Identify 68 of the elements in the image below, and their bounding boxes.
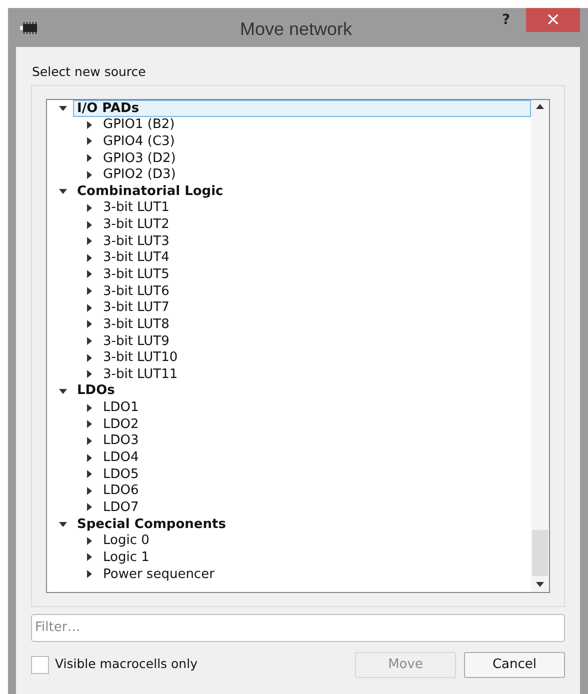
tree-item[interactable]: 3-bit LUT3 [99,232,174,250]
tree-item[interactable]: Logic 0 [99,532,154,550]
collapsed-arrow-icon[interactable] [84,202,94,213]
expanded-arrow-icon[interactable] [58,519,68,530]
tree-item[interactable]: I/O PADs [73,100,531,117]
chip-icon [20,22,40,34]
collapsed-arrow-icon[interactable] [84,502,94,512]
collapsed-arrow-icon[interactable] [84,286,94,296]
tree-item[interactable]: GPIO1 (B2) [99,116,179,134]
tree-item[interactable]: Power sequencer [99,566,218,583]
dialog-button[interactable]: Cancel [464,652,565,678]
expanded-arrow-icon[interactable] [58,186,68,196]
scrollbar[interactable] [531,100,549,592]
filter-field[interactable]: Filter… [31,614,565,642]
collapsed-arrow-icon[interactable] [84,319,94,330]
tree-item[interactable]: LDO7 [99,498,143,516]
collapsed-arrow-icon[interactable] [84,236,94,246]
collapsed-arrow-icon[interactable] [84,252,94,263]
collapsed-arrow-icon[interactable] [84,220,94,230]
tree-item[interactable]: LDO3 [99,432,143,450]
tree-item[interactable]: GPIO2 (D3) [99,166,180,184]
collapsed-arrow-icon[interactable] [84,436,94,446]
close-button[interactable]: × [526,8,580,32]
tree-item[interactable]: 3-bit LUT7 [99,299,174,316]
tree-item[interactable]: 3-bit LUT10 [99,349,182,366]
collapsed-arrow-icon[interactable] [84,269,94,280]
collapsed-arrow-icon[interactable] [84,469,94,480]
tree-item[interactable]: 3-bit LUT9 [99,332,174,350]
tree-item[interactable]: 3-bit LUT5 [99,266,174,283]
tree-item[interactable]: 3-bit LUT8 [99,316,174,333]
tree-item[interactable]: Combinatorial Logic [73,182,228,200]
tree-item[interactable]: 3-bit LUT11 [99,366,182,383]
window-title: Move network [240,18,352,41]
tree-item[interactable]: LDO5 [99,466,143,483]
checkbox-label: Visible macrocells only [55,655,198,674]
collapsed-arrow-icon[interactable] [84,419,94,430]
tree-item[interactable]: 3-bit LUT6 [99,282,174,300]
tree-item[interactable]: 3-bit LUT1 [99,199,174,216]
collapsed-arrow-icon[interactable] [84,569,94,579]
collapsed-arrow-icon[interactable] [84,552,94,562]
collapsed-arrow-icon[interactable] [84,302,94,313]
scroll-thumb[interactable] [532,530,548,576]
tree-item[interactable]: GPIO4 (C3) [99,132,179,150]
checkbox[interactable] [31,656,49,674]
collapsed-arrow-icon[interactable] [84,486,94,496]
help-button[interactable]: ? [502,10,510,31]
collapsed-arrow-icon[interactable] [84,120,94,130]
collapsed-arrow-icon[interactable] [84,402,94,413]
tree-item[interactable]: 3-bit LUT2 [99,216,174,234]
collapsed-arrow-icon[interactable] [84,452,94,463]
collapsed-arrow-icon[interactable] [84,152,94,163]
tree-item[interactable]: LDO6 [99,482,143,500]
collapsed-arrow-icon[interactable] [84,536,94,546]
tree-item[interactable]: LDO1 [99,399,143,416]
prompt-label: Select new source [32,63,147,81]
tree-item[interactable]: LDOs [73,382,119,400]
collapsed-arrow-icon[interactable] [84,352,94,363]
tree-item[interactable]: Logic 1 [99,548,154,566]
tree-item[interactable]: LDO4 [99,449,143,466]
tree-item[interactable]: GPIO3 (D2) [99,150,180,166]
expanded-arrow-icon[interactable] [58,103,68,114]
collapsed-arrow-icon[interactable] [84,170,94,180]
collapsed-arrow-icon[interactable] [84,336,94,346]
tree-item[interactable]: LDO2 [99,416,143,433]
collapsed-arrow-icon[interactable] [84,369,94,380]
tree-item[interactable]: 3-bit LUT4 [99,249,174,266]
collapsed-arrow-icon[interactable] [84,136,94,146]
tree-item[interactable]: Special Components [73,516,230,533]
